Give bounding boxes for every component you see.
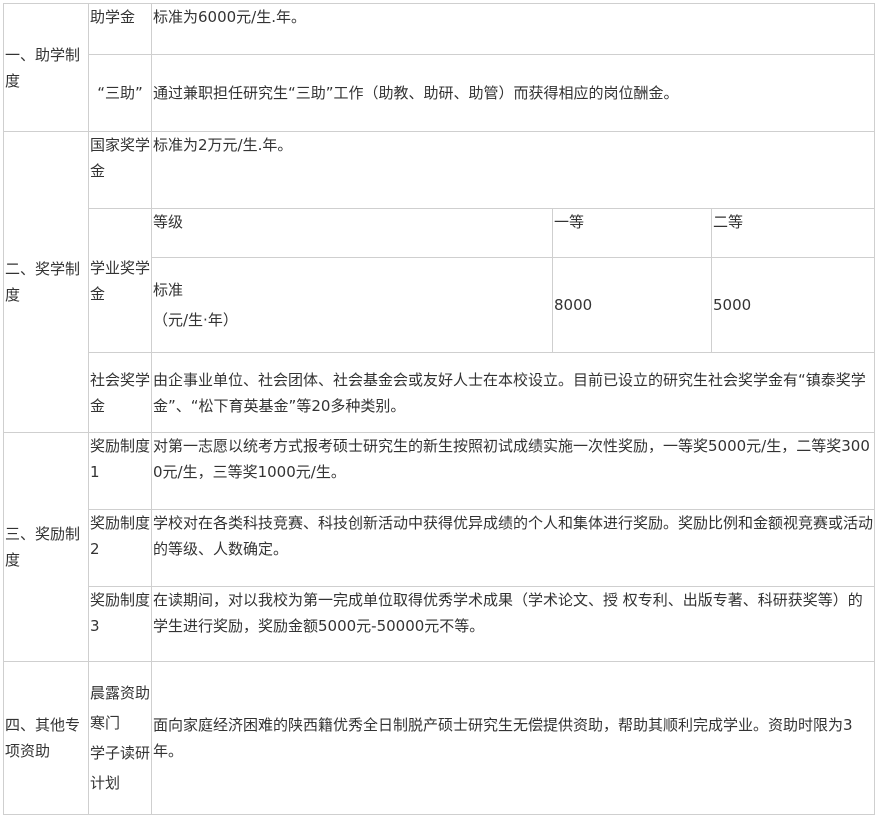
subcategory-cell: 学业奖学金 xyxy=(88,208,152,353)
table-row: 奖励制度2 学校对在各类科技竞赛、科技创新活动中获得优异成绩的个人和集体进行奖励… xyxy=(4,509,875,587)
subcategory-cell: 社会奖学金 xyxy=(88,352,152,433)
table-row: 学业奖学金 等级 一等 二等 xyxy=(4,208,875,353)
table-row: 一、助学制度 助学金 标准为6000元/生.年。 xyxy=(3,3,875,132)
category-cell: 一、助学制度 xyxy=(3,3,89,132)
subcategory-cell: 奖励制度3 xyxy=(88,586,152,662)
category-cell: 二、奖学制度 xyxy=(3,131,89,433)
content-cell: 面向家庭经济困难的陕西籍优秀全日制脱产硕士研究生无偿提供资助，帮助其顺利完成学业… xyxy=(151,661,875,815)
content-cell: 由企事业单位、社会团体、社会基金会或友好人士在本校设立。目前已设立的研究生社会奖… xyxy=(151,352,875,433)
standard-unit: （元/生·年） xyxy=(153,311,238,329)
content-cell: 在读期间，对以我校为第一完成单位取得优秀学术成果（学术论文、授 权专利、出版专著… xyxy=(151,586,875,662)
table-row: 社会奖学金 由企事业单位、社会团体、社会基金会或友好人士在本校设立。目前已设立的… xyxy=(4,352,875,433)
subcategory-cell: 助学金 xyxy=(88,3,152,55)
financial-aid-table: 一、助学制度 助学金 标准为6000元/生.年。 “三助” 通过兼职担任研究生“… xyxy=(3,3,875,815)
grade-header-label: 等级 xyxy=(151,208,553,258)
subcategory-line: 晨露资助寒门 xyxy=(90,684,151,732)
subcategory-cell: 奖励制度1 xyxy=(88,432,152,510)
content-cell: 标准为2万元/生.年。 xyxy=(151,131,875,209)
table-row: 二、奖学制度 国家奖学金 标准为2万元/生.年。 xyxy=(3,131,875,433)
standard-label: 标准 xyxy=(153,281,184,299)
subcategory-line: 学子读研计划 xyxy=(90,744,151,792)
second-grade-value: 5000 xyxy=(711,257,875,353)
first-grade-value: 8000 xyxy=(552,257,712,353)
content-cell: 学校对在各类科技竞赛、科技创新活动中获得优异成绩的个人和集体进行奖励。奖励比例和… xyxy=(151,509,875,587)
content-cell: 标准为6000元/生.年。 xyxy=(151,3,875,55)
content-cell: 对第一志愿以统考方式报考硕士研究生的新生按照初试成绩实施一次性奖励，一等奖500… xyxy=(151,432,875,510)
category-cell: 四、其他专项资助 xyxy=(3,661,89,815)
grade-header-first: 一等 xyxy=(552,208,712,258)
table-row: “三助” 通过兼职担任研究生“三助”工作（助教、助研、助管）而获得相应的岗位酬金… xyxy=(4,54,875,132)
table-row: 三、奖励制度 奖励制度1 对第一志愿以统考方式报考硕士研究生的新生按照初试成绩实… xyxy=(3,432,875,662)
subcategory-cell: 晨露资助寒门 学子读研计划 xyxy=(88,661,152,815)
table-row: 四、其他专项资助 晨露资助寒门 学子读研计划 面向家庭经济困难的陕西籍优秀全日制… xyxy=(3,661,875,815)
grade-header-second: 二等 xyxy=(711,208,875,258)
content-cell: 通过兼职担任研究生“三助”工作（助教、助研、助管）而获得相应的岗位酬金。 xyxy=(151,54,875,132)
category-cell: 三、奖励制度 xyxy=(3,432,89,662)
subcategory-cell: 奖励制度2 xyxy=(88,509,152,587)
table-row: 奖励制度3 在读期间，对以我校为第一完成单位取得优秀学术成果（学术论文、授 权专… xyxy=(4,586,875,662)
subcategory-cell: “三助” xyxy=(88,54,152,132)
subcategory-cell: 国家奖学金 xyxy=(88,131,152,209)
standard-label-cell: 标准 （元/生·年） xyxy=(151,257,553,353)
